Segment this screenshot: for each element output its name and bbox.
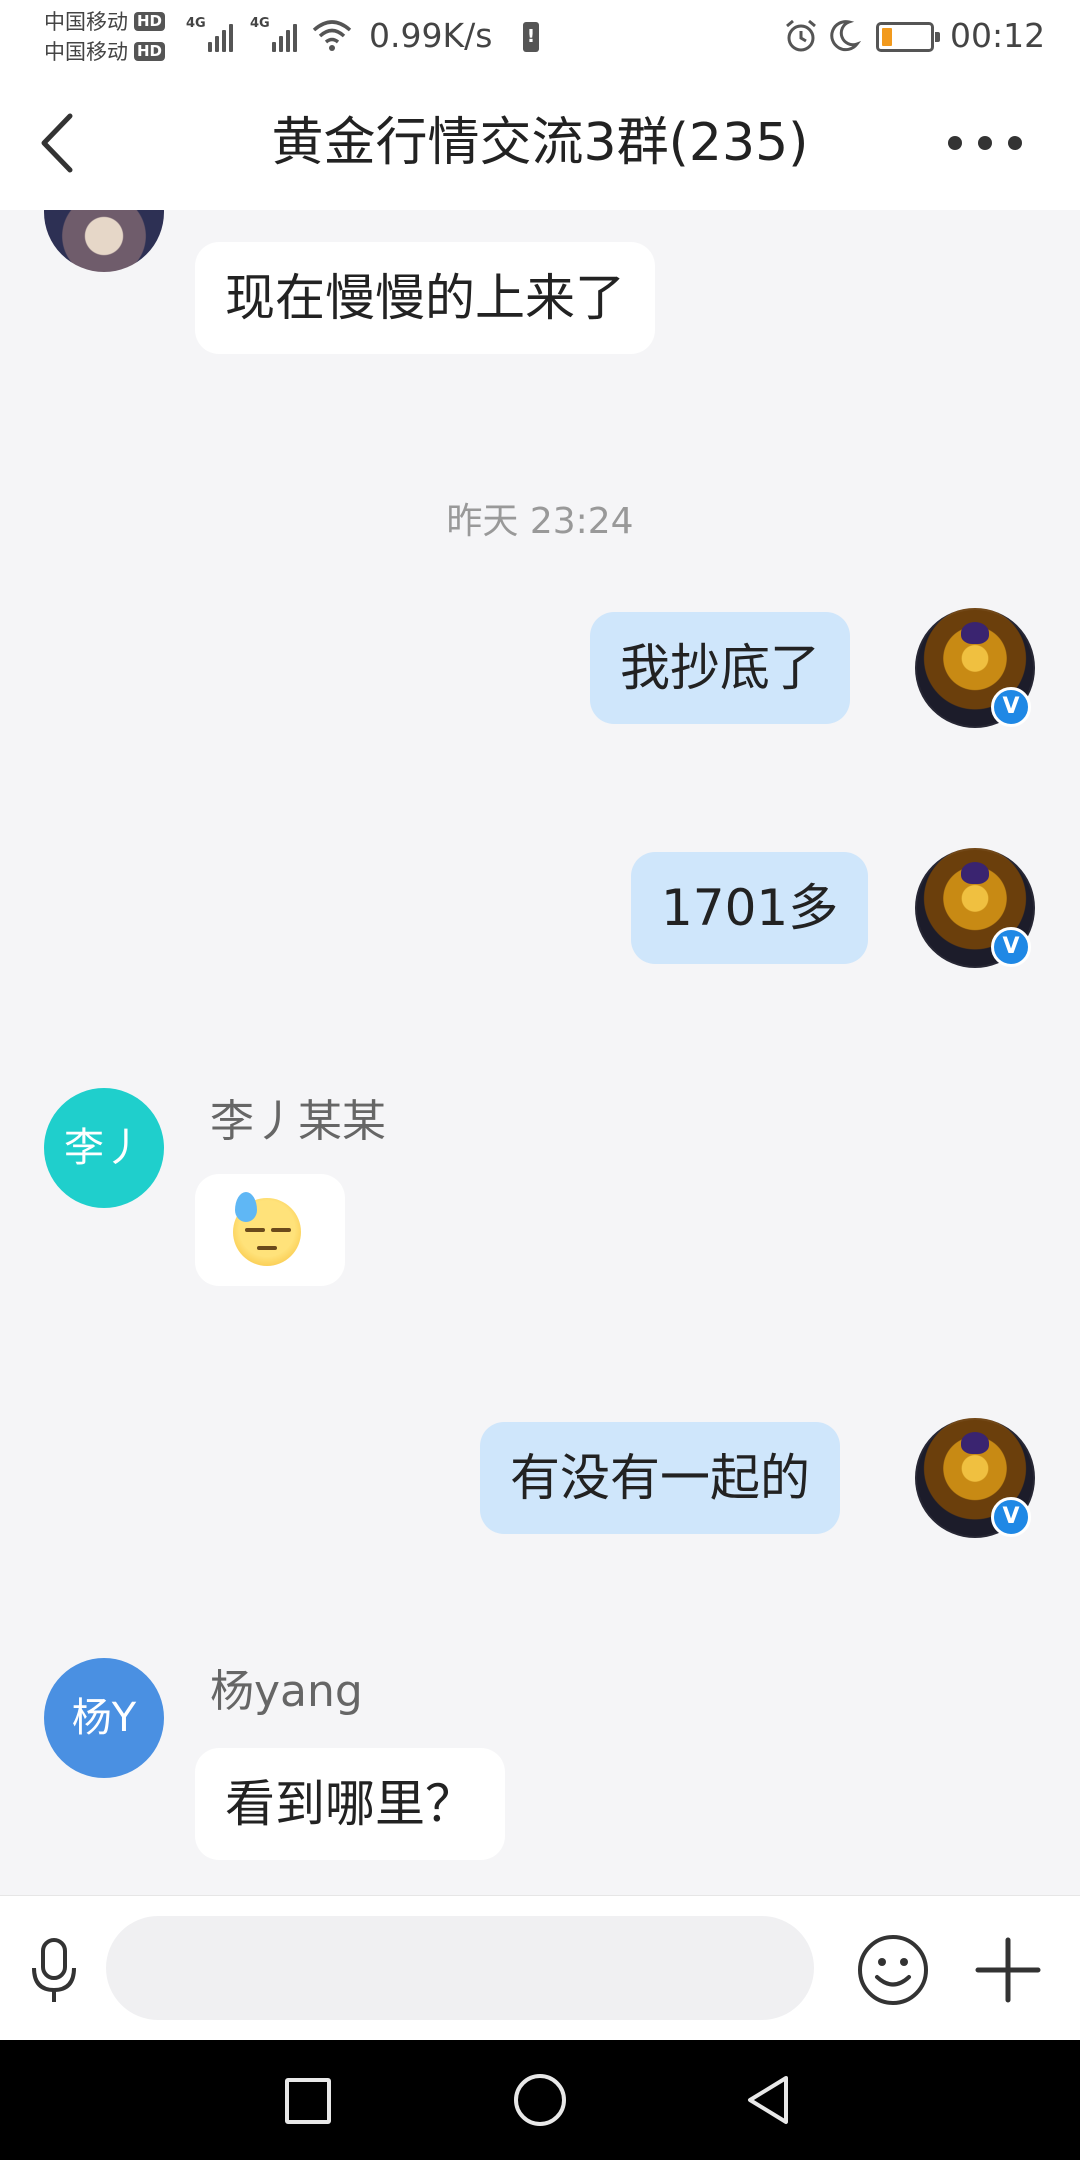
message-bubble-incoming[interactable]: 现在慢慢的上来了 [195,242,655,354]
recent-apps-button[interactable] [285,2078,331,2124]
signal-strength-icon: 4G [186,16,236,52]
back-button[interactable] [28,106,98,180]
message-bubble-outgoing[interactable]: 1701多 [631,852,869,964]
network-type: 4G [250,16,270,31]
verified-badge-icon: V [991,1497,1031,1537]
signal-strength-icon: 4G [250,16,300,52]
wifi-icon [312,20,352,51]
home-button[interactable] [514,2074,566,2126]
avatar[interactable] [44,210,164,272]
carrier-info: 中国移动 HD 中国移动 HD [44,6,166,66]
avatar[interactable]: 杨Y [44,1658,164,1778]
verified-badge-icon: V [991,687,1031,727]
message-bubble-incoming[interactable]: 看到哪里？ [195,1748,505,1860]
message-input[interactable] [106,1916,814,2020]
system-back-button[interactable] [740,2072,796,2128]
hd-badge: HD [134,41,166,61]
sender-name: 李丿某某 [210,1096,386,1147]
system-nav-bar [0,2040,1080,2160]
avatar[interactable]: 李丿 [44,1088,164,1208]
message-timestamp: 昨天 23:24 [446,501,634,542]
status-bar: 中国移动 HD 中国移动 HD 4G 4G 0.99K/s ! 00:12 [0,0,1080,76]
battery-icon [876,22,940,52]
network-speed: 0.99K/s [369,16,493,55]
sweat-face-emoji-icon [233,1192,301,1266]
message-bubble-outgoing[interactable]: 有没有一起的 [480,1422,840,1534]
message-bubble-incoming[interactable] [195,1174,345,1286]
carrier-1: 中国移动 [44,10,128,34]
battery-alert-icon: ! [523,22,539,52]
do-not-disturb-icon [830,20,861,52]
sender-name: 杨yang [210,1666,363,1717]
alarm-icon [786,19,816,52]
chat-header: 黄金行情交流3群(235) [0,76,1080,210]
carrier-2: 中国移动 [44,40,128,64]
message-list[interactable]: 现在慢慢的上来了 昨天 23:24 我抄底了 V 1701多 V 李丿 李丿某某… [0,210,1080,1895]
voice-input-button[interactable] [28,1936,80,2006]
clock: 00:12 [950,16,1046,55]
emoji-button[interactable] [855,1932,931,2008]
hd-badge: HD [134,11,166,31]
network-type: 4G [186,16,206,31]
verified-badge-icon: V [991,927,1031,967]
message-bubble-outgoing[interactable]: 我抄底了 [590,612,850,724]
input-bar [0,1895,1080,2040]
more-options-button[interactable] [935,120,1035,166]
add-attachment-button[interactable] [970,1932,1046,2008]
group-title: 黄金行情交流3群(235) [271,113,809,173]
